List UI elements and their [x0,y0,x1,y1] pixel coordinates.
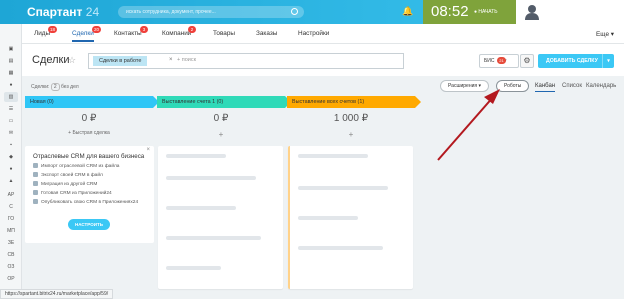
sidebar-item-5[interactable]: СВ [4,250,18,260]
panel-title: Отраслевые CRM для вашего бизнеса [33,153,145,160]
close-icon[interactable]: × [169,57,173,63]
work-clock[interactable]: 08:52 ● НАЧАТЬ [423,0,516,24]
sidebar-item-6[interactable]: ОЗ [4,262,18,272]
sidebar-item-1[interactable]: С [4,202,18,212]
status-url: https://spartant.bitrix24.ru/marketplace… [0,289,114,299]
tasks-icon[interactable]: ☰ [4,104,18,114]
ready-crm-link[interactable]: Готовая CRM из Приложений24 [33,190,112,197]
global-search-input[interactable]: искать сотрудника, документ, прочее... [118,6,304,18]
filter-chip[interactable]: Сделки в работе [93,56,148,66]
gear-icon[interactable]: ⚙ [520,54,534,68]
sidebar-item-2[interactable]: ГО [4,214,18,224]
add-card-button[interactable]: + [157,130,285,139]
column-sum: 1 000 ₽ [333,113,369,124]
column-header[interactable]: Выставление счета 1 (0) [157,96,291,108]
apps-icon [33,190,38,195]
tab-contacts[interactable]: Контакты 3 [114,26,148,37]
column-sum: 0 ₽ [213,113,229,124]
crm-icon[interactable]: ▥ [4,92,18,102]
deals-count-label: Сделки: 2 без дел [31,83,79,91]
avatar-icon [525,5,539,20]
import-icon [33,163,38,168]
sidebar-item-3[interactable]: МП [4,226,18,236]
deals-badge: 20 [92,26,102,33]
chat-icon[interactable]: ▤ [4,56,18,66]
inbox-icon[interactable]: ▣ [4,44,18,54]
mail-icon[interactable]: ✉ [4,128,18,138]
add-card-button[interactable]: + [287,130,415,139]
contacts-badge: 3 [140,26,148,33]
share-icon [33,199,38,204]
bell-icon[interactable]: 🔔 [402,6,413,17]
sites-icon[interactable]: ▪ [4,140,18,150]
sidebar-item-0[interactable]: АР [4,190,18,200]
setup-button[interactable]: НАСТРОИТЬ [68,219,110,230]
sidebar-item-7[interactable]: ОР [4,274,18,284]
filter-placeholder: + поиск [177,57,197,63]
tab-products[interactable]: Товары [213,30,235,37]
b24-badge: 21 [497,57,506,64]
top-bar: Спартант 24 искать сотрудника, документ,… [0,0,624,24]
column-header[interactable]: Новая (0) [25,96,159,108]
start-workday-button[interactable]: ● НАЧАТЬ [474,9,498,15]
user-menu[interactable] [516,0,624,24]
drive-icon[interactable]: ▭ [4,116,18,126]
apps-icon[interactable]: ● [4,164,18,174]
view-list[interactable]: Список [562,83,582,89]
export-crm-link[interactable]: Экспорт своей CRM в файл [33,172,103,179]
column-sum: 0 ₽ [81,113,97,124]
tab-companies[interactable]: Компании 2 [162,26,196,37]
quick-deal-link[interactable]: + Быстрая сделка [25,130,153,136]
clock-time: 08:52 [431,3,469,20]
tab-orders[interactable]: Заказы [256,30,277,37]
group-icon[interactable]: ▲ [4,176,18,186]
close-icon[interactable]: × [146,147,150,153]
star-icon[interactable]: ☆ [68,55,76,66]
left-sidebar: ▣ ▤ ▦ ● ▥ ☰ ▭ ✉ ▪ ◆ ● ▲ АР С ГО МП ЗЕ СВ… [0,24,22,299]
page-title: Сделки [32,54,70,66]
view-kanban[interactable]: Канбан [535,83,556,92]
search-icon [291,8,298,15]
migrate-crm-link[interactable]: Миграция из другой CRM [33,181,97,188]
export-icon [33,172,38,177]
sidebar-item-4[interactable]: ЗЕ [4,238,18,248]
publish-crm-link[interactable]: Опубликовать свою CRM в Приложениях24 [33,199,141,206]
deal-card[interactable] [288,146,413,289]
view-calendar[interactable]: Календарь [586,83,616,89]
add-deal-button[interactable]: ДОБАВИТЬ СДЕЛКУ ▾ [538,54,614,68]
extensions-button[interactable]: Расширения ▾ [440,80,489,92]
crm-tabs: Лиды 18 Сделки 20 Контакты 3 Компании 2 Това… [22,24,624,44]
migration-icon [33,181,38,186]
chevron-down-icon[interactable]: ▾ [602,54,614,68]
tabs-more-button[interactable]: Еще ▾ [596,30,614,38]
filter-search-input[interactable]: Сделки в работе × + поиск [88,53,404,69]
import-crm-link[interactable]: Импорт отраслевой CRM из файла [33,163,119,170]
industry-crm-panel: × Отраслевые CRM для вашего бизнеса Импо… [25,146,154,243]
tab-leads[interactable]: Лиды 18 [34,26,58,37]
users-icon[interactable]: ● [4,80,18,90]
shop-icon[interactable]: ◆ [4,152,18,162]
leads-badge: 18 [48,26,58,33]
column-header[interactable]: Выставление всех счетов (1) [287,96,421,108]
robots-button[interactable]: Роботы [496,80,530,92]
blurred-card [158,146,283,289]
tab-settings[interactable]: Настройки [298,30,329,37]
page-header: Сделки ☆ Сделки в работе × + поиск БИС ▾… [22,44,624,76]
logo[interactable]: Спартант 24 [27,5,99,19]
companies-badge: 2 [188,26,196,33]
calendar-icon[interactable]: ▦ [4,68,18,78]
tab-deals[interactable]: Сделки 20 [72,26,102,42]
